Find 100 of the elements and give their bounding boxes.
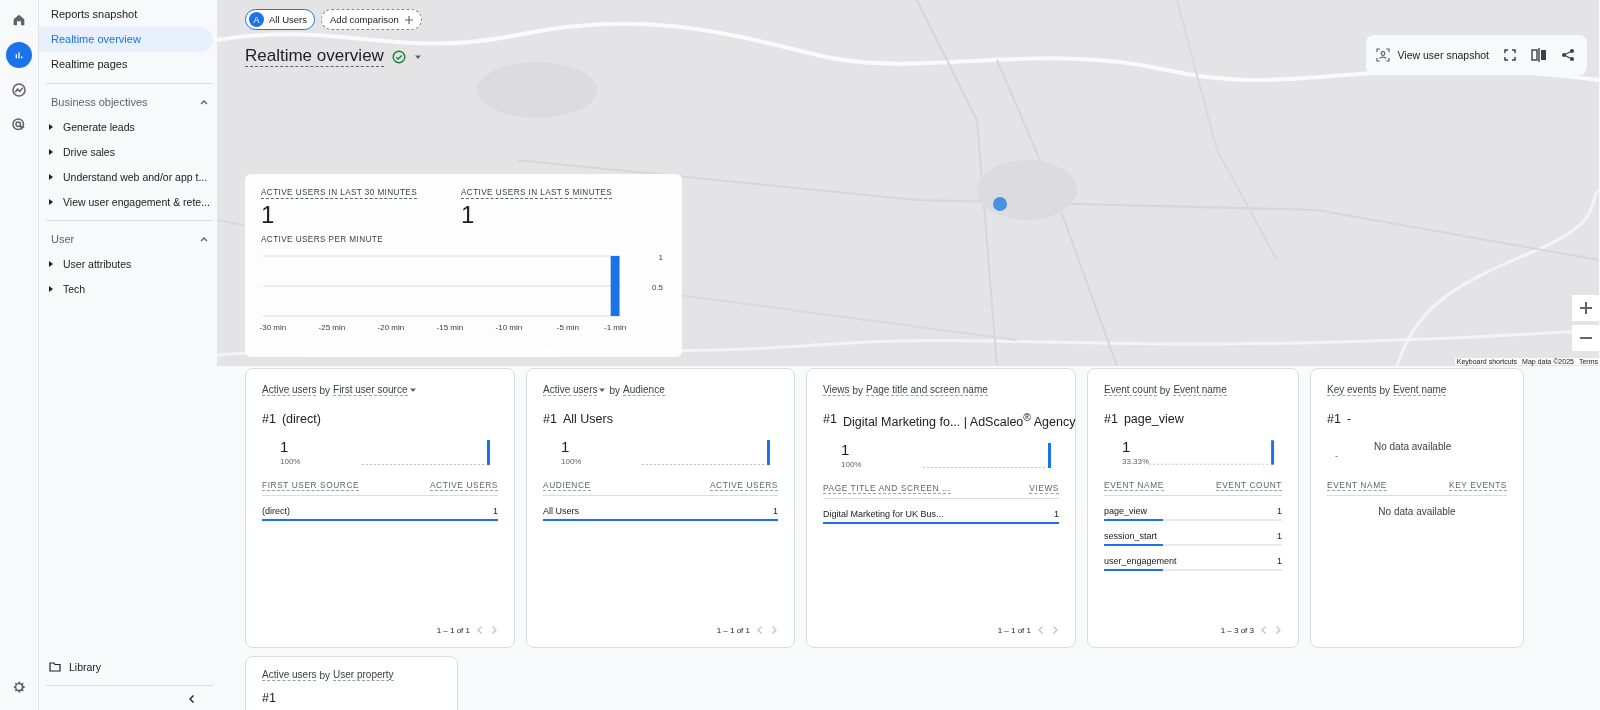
folder-icon [49,662,61,672]
add-comparison-button[interactable]: Add comparison [321,9,422,30]
library-link[interactable]: Library [69,661,102,673]
table-cell: user_engagement [1104,556,1177,566]
dimension-link[interactable]: Page title and screen name [866,384,988,396]
location-dot-icon [993,197,1007,211]
chart-title: ACTIVE USERS PER MINUTE [261,235,385,244]
axis-label: -10 min [495,323,523,332]
top-item-name: Digital Marketing fo... | AdScaleo$^{®}$ Agency [842,412,1076,430]
pagination-text: 1 – 1 of 1 [716,625,750,635]
view-user-snapshot-button[interactable]: View user snapshot [1375,48,1489,62]
expand-triangle-icon[interactable] [48,198,54,205]
table-cell: session_start [1104,531,1158,541]
sidebar-item[interactable]: Generate leads [63,120,135,133]
page-title: Realtime overview [245,46,384,67]
column-header[interactable]: ACTIVE USERS [709,480,778,491]
dimension-link[interactable]: Audience [623,384,665,396]
metric-link[interactable]: Event count [1104,384,1157,396]
top-item-name: - [1346,412,1352,426]
table-cell: 1 [1054,509,1059,520]
column-header[interactable]: EVENT NAME [1327,480,1387,491]
axis-label: -15 min [436,323,464,332]
dropdown-caret-icon[interactable] [413,53,422,60]
sidebar-item[interactable]: View user engagement & rete... [63,195,210,208]
rank-label: #1 [1327,412,1341,426]
rank-label: #1 [823,412,837,428]
dimension-link[interactable]: User property [333,669,394,681]
stat-label: ACTIVE USERS IN LAST 5 MINUTES [461,188,613,199]
compare-columns-icon[interactable] [1531,48,1547,62]
share-icon[interactable] [1561,48,1575,62]
sidebar-item[interactable]: Tech [63,282,86,295]
axis-label: 0.5 [651,283,663,292]
title-text: by [609,384,621,396]
axis-label: -30 min [259,323,287,332]
pagination-text: 1 – 1 of 1 [436,625,470,635]
expand-triangle-icon[interactable] [48,148,54,155]
sidebar-item[interactable]: Reports snapshot [39,2,213,27]
rank-label: #1 [543,412,557,426]
metric-link[interactable]: Key events [1327,384,1377,396]
bar-chart-icon[interactable] [6,42,32,68]
table-cell: 1 [493,506,498,516]
dimension-link[interactable]: Event name [1393,384,1447,396]
person-frame-icon [1375,48,1390,62]
column-header[interactable]: EVENT COUNT [1216,480,1282,491]
dropdown-caret-icon[interactable] [598,387,607,393]
title-text: by [1379,384,1391,396]
sidebar-item[interactable]: Realtime pages [39,52,213,77]
column-header[interactable]: EVENT NAME [1104,480,1164,491]
metric-value: - [1334,451,1338,461]
axis-label: 1 [658,253,663,262]
sidebar-item[interactable]: Realtime overview [39,27,213,52]
column-header[interactable]: FIRST USER SOURCE [262,480,360,491]
plus-icon [403,14,414,25]
metric-link[interactable]: Views [823,384,850,396]
axis-label: -1 min [604,323,627,332]
sidebar-item[interactable]: Understand web and/or app t... [63,170,208,183]
metric-link[interactable]: Active users [262,384,317,396]
no-data-message: No data available [1374,440,1452,452]
rank-label: #1 [262,412,276,426]
axis-label: -25 min [318,323,346,332]
no-data-message: No data available [1377,506,1457,517]
segment-chip[interactable]: A All Users [245,9,315,30]
collapse-icon[interactable] [187,694,197,704]
column-header[interactable]: PAGE TITLE AND SCREEN ... [823,483,951,495]
table-cell: 1 [1277,531,1282,541]
pagination-text: 1 – 1 of 1 [997,625,1031,635]
top-item-name: All Users [562,412,613,426]
fullscreen-icon[interactable] [1503,48,1517,62]
sidebar-item[interactable]: Drive sales [63,145,115,158]
table-cell: page_view [1104,506,1148,516]
pagination-text: 1 – 3 of 3 [1220,625,1254,635]
expand-triangle-icon[interactable] [48,173,54,180]
axis-label: -20 min [377,323,405,332]
sidebar-item[interactable]: User attributes [63,257,132,270]
dimension-link[interactable]: Event name [1173,384,1227,396]
dimension-link[interactable]: First user source [333,384,417,396]
table-cell: 1 [1277,556,1282,566]
metric-link[interactable]: Active users [543,384,607,396]
dropdown-caret-icon[interactable] [408,387,417,393]
table-cell: Digital Marketing for UK Bus... [823,509,944,520]
metric-value: 1 [280,438,290,455]
stat-value: 1 [461,201,476,229]
expand-triangle-icon[interactable] [48,260,54,267]
bar [610,256,620,316]
title-text: by [1159,384,1171,396]
zoom-out-button[interactable] [1572,325,1600,351]
zoom-in-button[interactable] [1572,295,1600,321]
stat-label: ACTIVE USERS IN LAST 30 MINUTES [261,188,418,199]
column-header[interactable]: KEY EVENTS [1449,480,1507,491]
column-header[interactable]: VIEWS [1029,483,1059,495]
column-header[interactable]: AUDIENCE [543,480,591,491]
expand-triangle-icon[interactable] [48,285,54,292]
table-cell: All Users [543,506,579,516]
metric-share: 100% [280,457,301,466]
metric-link[interactable]: Active users [262,669,317,681]
top-item-name: page_view [1123,412,1184,426]
column-header[interactable]: ACTIVE USERS [429,480,498,491]
section-title: User [51,233,75,245]
rank-label: #1 [262,691,276,705]
expand-triangle-icon[interactable] [48,123,54,130]
